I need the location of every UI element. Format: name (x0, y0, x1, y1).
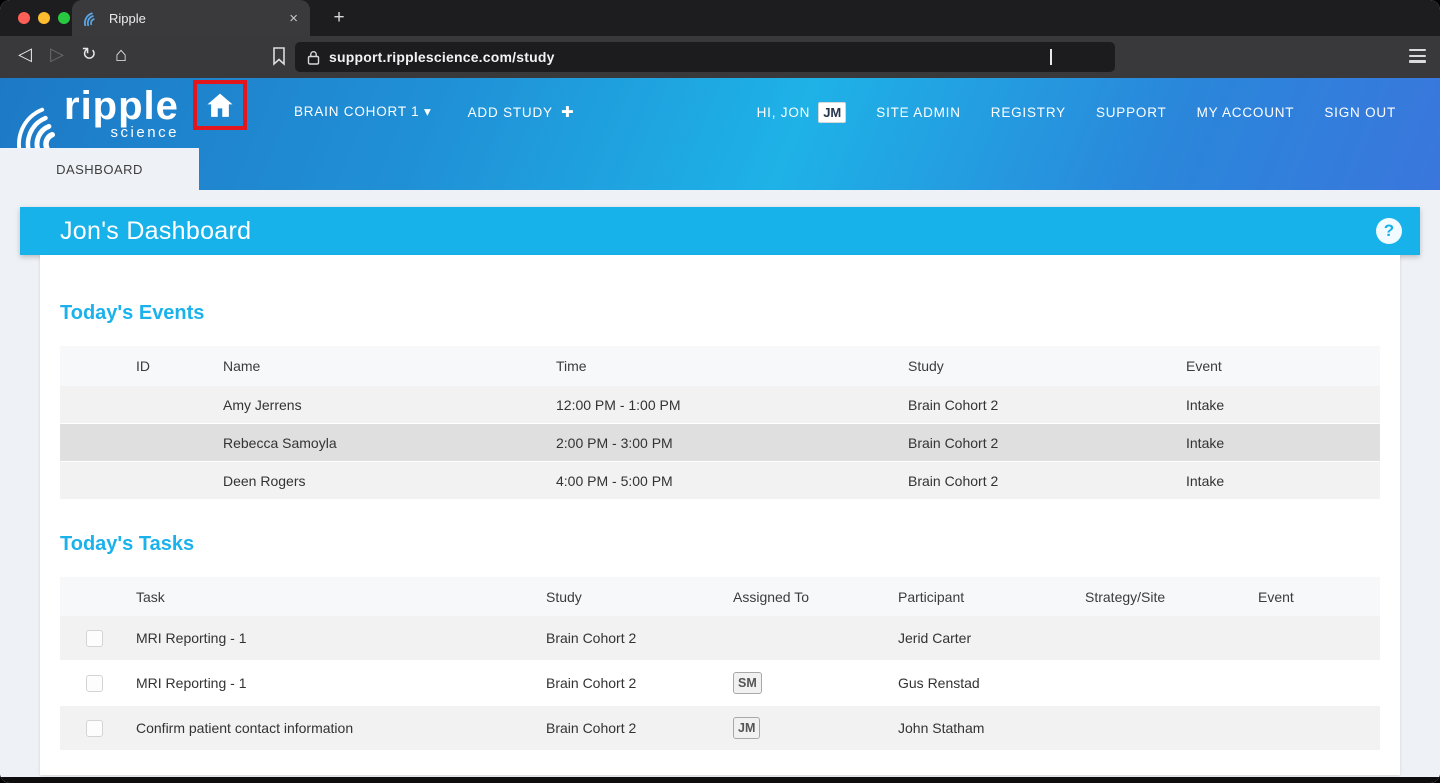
app-home-icon[interactable] (206, 93, 234, 118)
bookmark-icon[interactable] (266, 46, 292, 66)
header-right-menu: HI, JON JM SITE ADMIN REGISTRY SUPPORT M… (757, 78, 1396, 146)
url-bar[interactable]: support.ripplescience.com/study (295, 42, 1115, 72)
user-greeting: HI, JON (757, 105, 811, 120)
fullscreen-window-button[interactable] (58, 12, 70, 24)
task-checkbox[interactable] (86, 720, 103, 737)
task-row[interactable]: Confirm patient contact information Brai… (60, 706, 1380, 751)
col-assigned-to: Assigned To (733, 589, 898, 605)
browser-home-icon[interactable]: ⌂ (108, 44, 134, 67)
tab-close-icon[interactable]: × (289, 10, 298, 27)
task-row[interactable]: MRI Reporting - 1 Brain Cohort 2 Jerid C… (60, 616, 1380, 661)
events-table-header: ID Name Time Study Event (60, 346, 1380, 386)
user-initials-badge: JM (818, 102, 846, 123)
url-text: support.ripplescience.com/study (329, 49, 555, 65)
annotation-highlight-box (193, 80, 247, 130)
menu-icon[interactable] (1409, 49, 1426, 63)
tab-title: Ripple (109, 11, 280, 26)
dashboard-title-bar: Jon's Dashboard ? (20, 207, 1420, 255)
col-event: Event (1258, 589, 1380, 605)
col-event: Event (1186, 358, 1380, 374)
header-left-menu: BRAIN COHORT 1 ▾ ADD STUDY ✚ (294, 78, 575, 146)
chevron-down-icon: ▾ (424, 104, 432, 119)
nav-my-account[interactable]: MY ACCOUNT (1197, 105, 1295, 120)
assignee-badge: JM (733, 717, 760, 739)
user-chip[interactable]: HI, JON JM (757, 102, 847, 123)
browser-window: Ripple × + ◁ ▷ ↻ ⌂ support.ripplescience… (0, 0, 1440, 783)
lock-icon (307, 50, 320, 65)
task-row[interactable]: MRI Reporting - 1 Brain Cohort 2 SM Gus … (60, 661, 1380, 706)
logo-text: ripple (64, 84, 179, 128)
event-row-highlighted[interactable]: Rebecca Samoyla 2:00 PM - 3:00 PM Brain … (60, 424, 1380, 462)
plus-icon: ✚ (561, 104, 574, 121)
traffic-lights (18, 12, 70, 24)
ripple-favicon (84, 10, 100, 26)
col-study: Study (546, 589, 733, 605)
window-bottom-edge (0, 777, 1440, 783)
app-tab-strip: DASHBOARD (0, 148, 1440, 190)
logo-subtext: science (111, 124, 179, 141)
back-icon[interactable]: ◁ (12, 44, 38, 65)
add-study-button[interactable]: ADD STUDY ✚ (468, 103, 575, 121)
tasks-table-header: Task Study Assigned To Participant Strat… (60, 577, 1380, 616)
new-tab-button[interactable]: + (326, 5, 352, 31)
page-title: Jon's Dashboard (60, 217, 1376, 246)
forward-icon[interactable]: ▷ (44, 44, 70, 65)
help-icon[interactable]: ? (1376, 218, 1402, 244)
text-caret (1050, 49, 1052, 65)
col-time: Time (556, 358, 908, 374)
dashboard-card: Today's Events ID Name Time Study Event … (40, 255, 1400, 775)
col-strategy-site: Strategy/Site (1085, 589, 1258, 605)
close-window-button[interactable] (18, 12, 30, 24)
col-id: ID (60, 358, 223, 374)
ripple-logo[interactable]: ripple science (16, 84, 179, 150)
task-checkbox[interactable] (86, 630, 103, 647)
reload-icon[interactable]: ↻ (76, 44, 102, 65)
tab-dashboard[interactable]: DASHBOARD (0, 148, 199, 190)
browser-toolbar: ◁ ▷ ↻ ⌂ support.ripplescience.com/study (0, 36, 1440, 78)
nav-registry[interactable]: REGISTRY (991, 105, 1066, 120)
task-checkbox[interactable] (86, 675, 103, 692)
nav-site-admin[interactable]: SITE ADMIN (876, 105, 961, 120)
events-heading: Today's Events (40, 255, 1400, 325)
nav-sign-out[interactable]: SIGN OUT (1324, 105, 1396, 120)
app-header: ripple science BRAIN COHORT 1 ▾ ADD STUD… (0, 78, 1440, 190)
col-study: Study (908, 358, 1186, 374)
tasks-heading: Today's Tasks (40, 500, 1400, 556)
minimize-window-button[interactable] (38, 12, 50, 24)
nav-support[interactable]: SUPPORT (1096, 105, 1167, 120)
browser-tab[interactable]: Ripple × (72, 0, 310, 36)
events-table: ID Name Time Study Event Amy Jerrens 12:… (60, 346, 1380, 500)
event-row[interactable]: Deen Rogers 4:00 PM - 5:00 PM Brain Coho… (60, 462, 1380, 500)
event-row[interactable]: Amy Jerrens 12:00 PM - 1:00 PM Brain Coh… (60, 386, 1380, 424)
browser-tab-bar: Ripple × + (0, 0, 1440, 36)
col-task: Task (136, 589, 546, 605)
assignee-badge: SM (733, 672, 762, 694)
page-content: Jon's Dashboard ? Today's Events ID Name… (0, 207, 1440, 783)
study-selector[interactable]: BRAIN COHORT 1 ▾ (294, 104, 432, 120)
col-name: Name (223, 358, 556, 374)
ripple-waves-icon (16, 94, 62, 150)
tasks-table: Task Study Assigned To Participant Strat… (60, 577, 1380, 751)
col-participant: Participant (898, 589, 1085, 605)
